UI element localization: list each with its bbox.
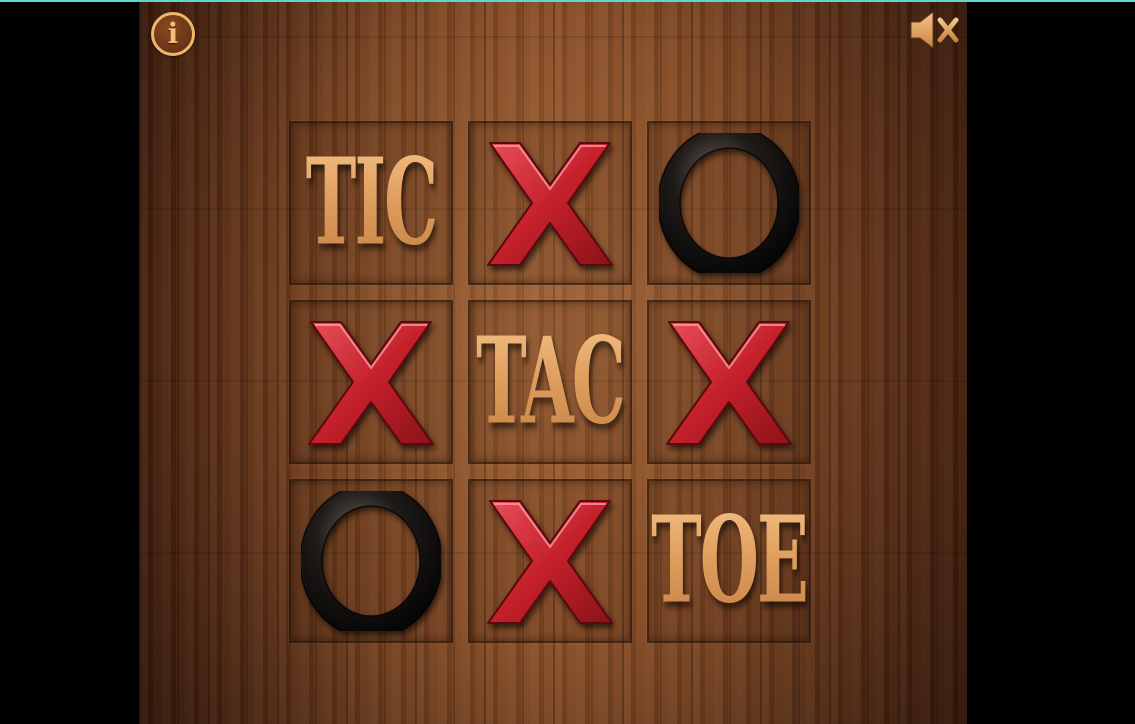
speaker-muted-icon[interactable] xyxy=(907,8,961,52)
x-mark-icon xyxy=(487,500,613,624)
word-tile-tac: TAC xyxy=(476,312,626,452)
word-tile-toe: TOE xyxy=(651,491,809,631)
board-cell-0-1[interactable] xyxy=(468,121,632,285)
game-board: TIC TAC TOE xyxy=(289,121,811,643)
board-cell-2-0[interactable] xyxy=(289,479,453,643)
o-mark-icon xyxy=(659,133,799,273)
x-mark-icon xyxy=(666,321,792,445)
board-cell-2-2[interactable]: TOE xyxy=(647,479,811,643)
board-cell-2-1[interactable] xyxy=(468,479,632,643)
x-mark-icon xyxy=(487,142,613,266)
board-cell-1-2[interactable] xyxy=(647,300,811,464)
o-mark-icon xyxy=(301,491,441,631)
x-mark-icon xyxy=(308,321,434,445)
board-cell-1-1[interactable]: TAC xyxy=(468,300,632,464)
info-button[interactable]: i xyxy=(151,12,195,56)
board-cell-0-2[interactable] xyxy=(647,121,811,285)
board-cell-1-0[interactable] xyxy=(289,300,453,464)
word-tile-tic: TIC xyxy=(305,133,439,273)
board-cell-0-0[interactable]: TIC xyxy=(289,121,453,285)
game-stage: i TIC TAC TOE xyxy=(139,2,967,724)
info-icon: i xyxy=(167,17,179,50)
